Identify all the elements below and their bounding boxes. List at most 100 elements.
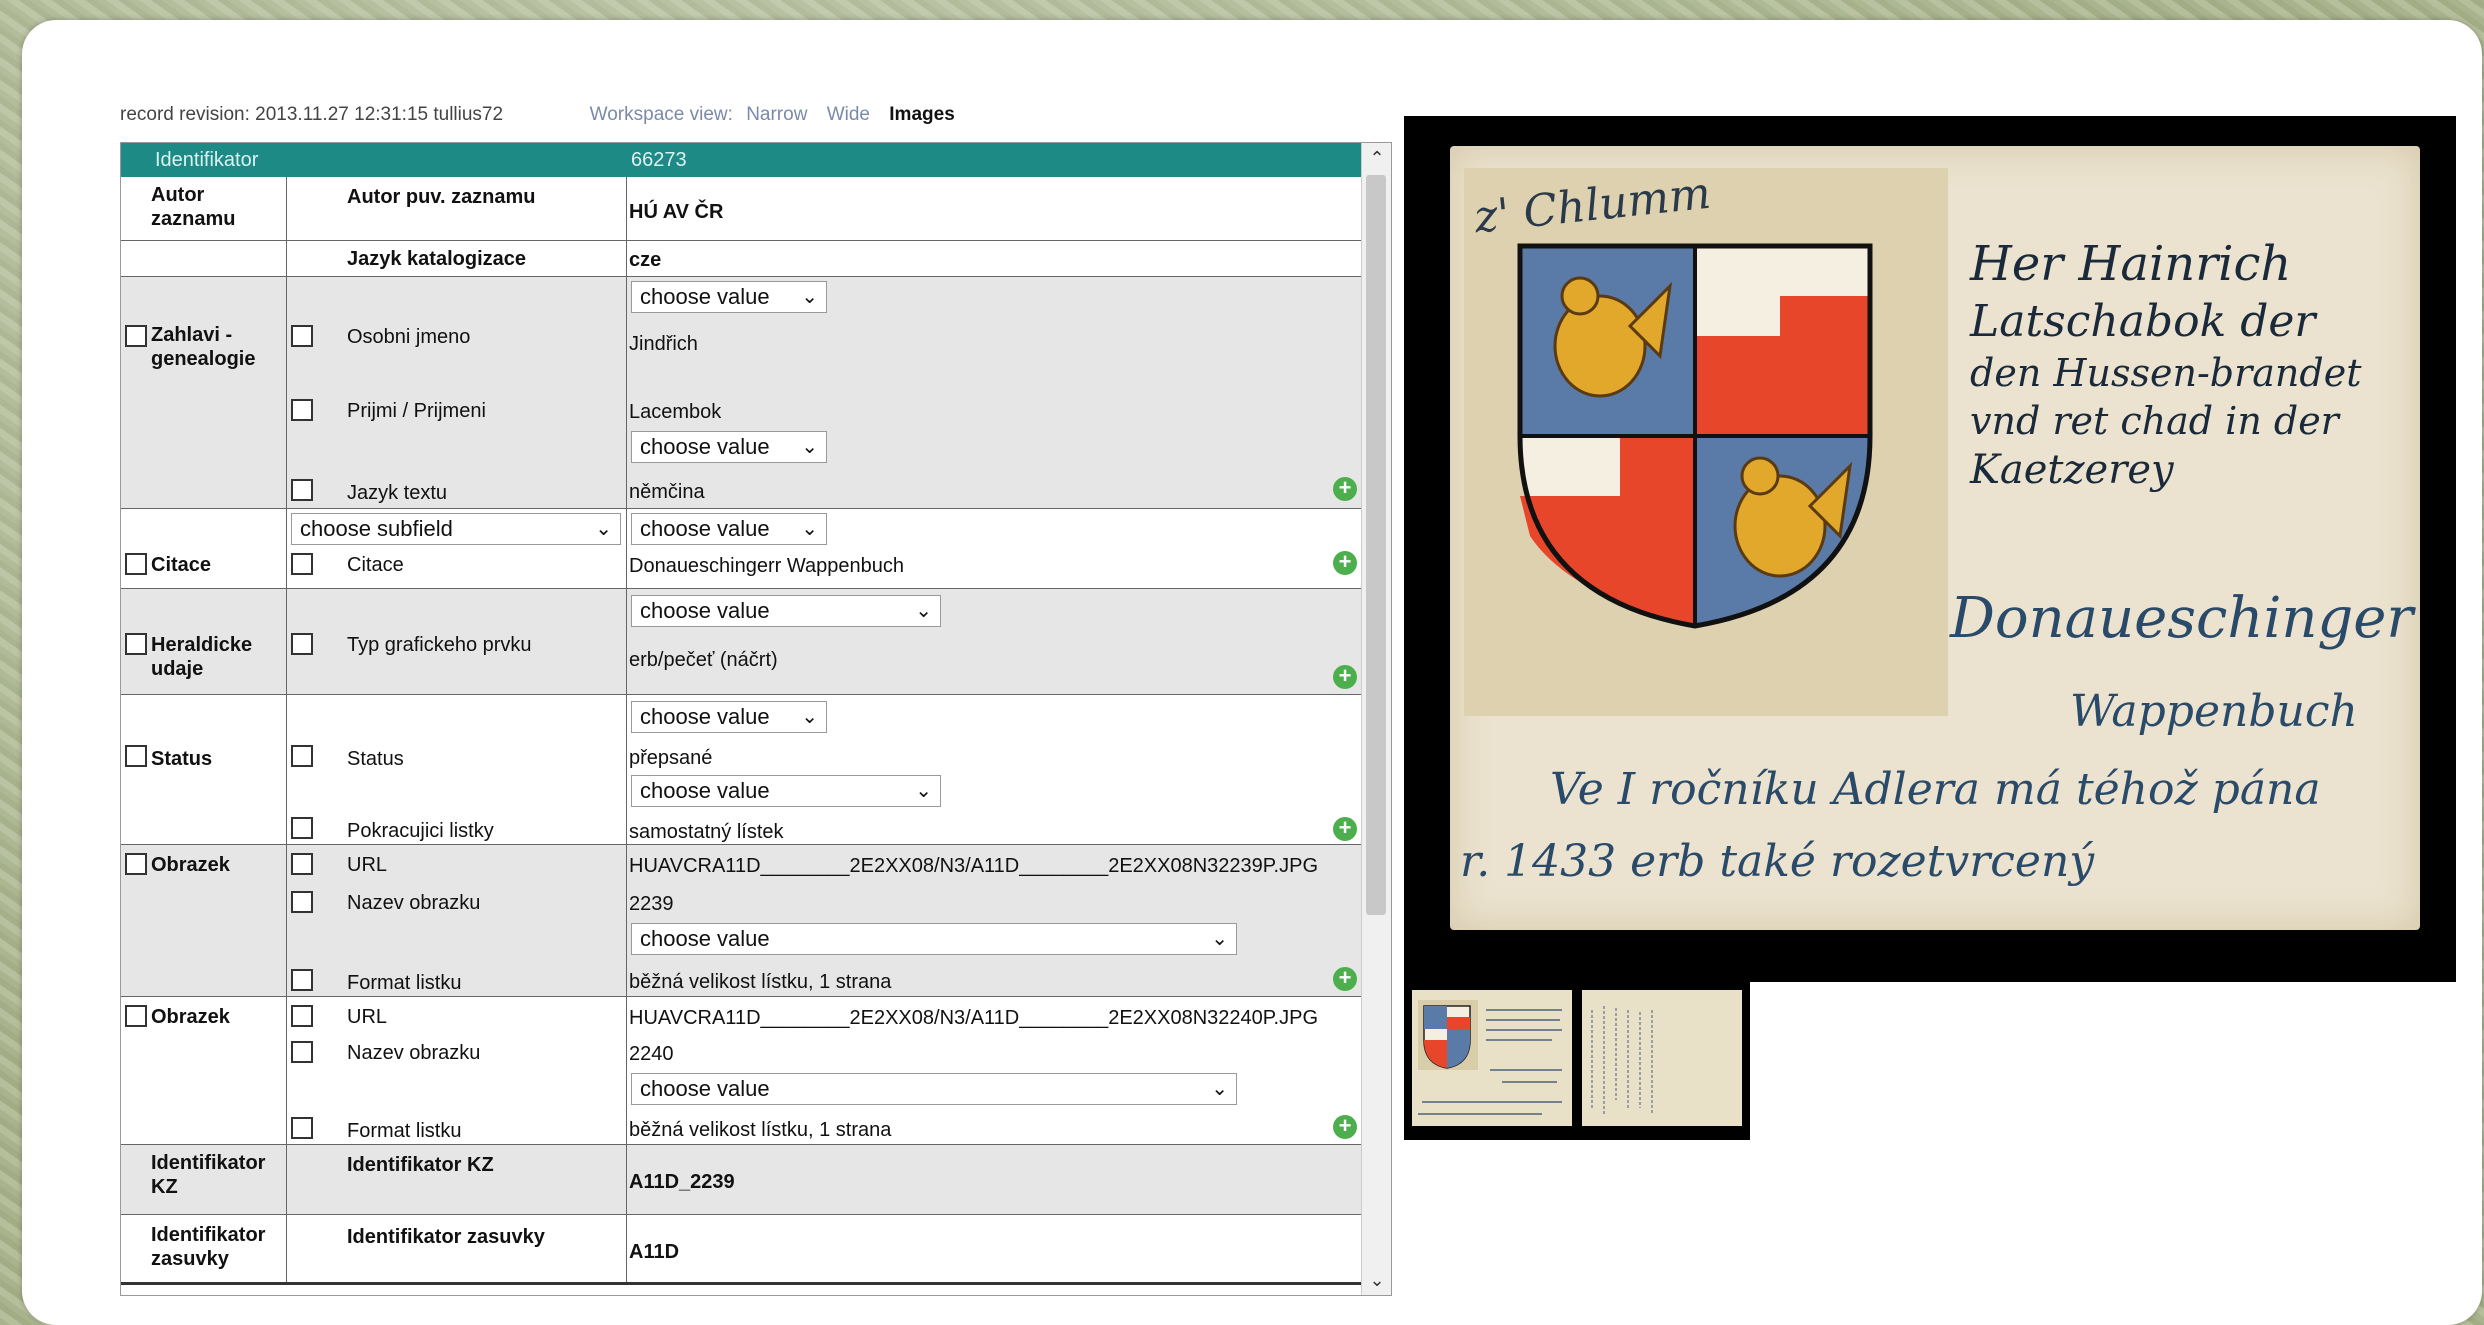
nazev-1-value[interactable]: 2239: [629, 893, 674, 916]
form-scrollbar[interactable]: ⌃ ⌄: [1361, 143, 1391, 1295]
typ-graf-select[interactable]: choose value ⌄: [631, 595, 941, 627]
citace-select[interactable]: choose value ⌄: [631, 513, 827, 545]
subfield-select[interactable]: choose subfield ⌄: [291, 513, 621, 545]
typ-graf-checkbox[interactable]: [291, 633, 313, 655]
thumbnail-1[interactable]: [1412, 990, 1572, 1126]
format-2-checkbox[interactable]: [291, 1117, 313, 1139]
add-icon[interactable]: +: [1333, 1115, 1357, 1139]
jazyk-textu-value[interactable]: němčina: [629, 481, 705, 504]
card-bottom-2: r. 1433 erb také rozetvrcený: [1460, 836, 2095, 887]
format-1-value[interactable]: běžná velikost lístku, 1 strana: [629, 971, 891, 994]
url-1-value[interactable]: HUAVCRA11D________2E2XX08/N3/A11D_______…: [629, 855, 1318, 878]
select-text: choose subfield: [300, 516, 453, 541]
select-text: choose value: [640, 284, 770, 309]
chevron-down-icon: ⌄: [801, 518, 818, 540]
prijmi-value[interactable]: Lacembok: [629, 401, 721, 424]
add-icon[interactable]: +: [1333, 665, 1357, 689]
main-panel: record revision: 2013.11.27 12:31:15 tul…: [22, 20, 2482, 1325]
row-obrazek-2: Obrazek URL Nazev obrazku Format listku …: [121, 997, 1363, 1145]
status-value[interactable]: přepsané: [629, 747, 712, 770]
identifikator-kz-value[interactable]: A11D_2239: [629, 1171, 735, 1194]
format-1-select[interactable]: choose value ⌄: [631, 923, 1237, 955]
identifikator-zasuvky-sub-label: Identifikator zasuvky: [347, 1226, 545, 1248]
heraldicke-label: Heraldicke udaje: [151, 634, 253, 680]
typ-graf-value[interactable]: erb/pečeť (náčrt): [629, 649, 778, 672]
format-1-checkbox[interactable]: [291, 969, 313, 991]
pokracujici-checkbox[interactable]: [291, 817, 313, 839]
prijmi-checkbox[interactable]: [291, 399, 313, 421]
autor-puv-label: Autor puv. zaznamu: [347, 186, 536, 208]
add-icon[interactable]: +: [1333, 477, 1357, 501]
row-status: Status Status Pokracujici listky choose …: [121, 695, 1363, 845]
identifikator-zasuvky-value[interactable]: A11D: [629, 1241, 679, 1264]
url-2-checkbox[interactable]: [291, 1005, 313, 1027]
obrazek-2-checkbox[interactable]: [125, 1005, 147, 1027]
pokracujici-value[interactable]: samostatný lístek: [629, 821, 784, 844]
status-checkbox[interactable]: [125, 745, 147, 767]
chevron-down-icon: ⌄: [595, 518, 612, 540]
url-1-checkbox[interactable]: [291, 853, 313, 875]
osobni-jmeno-checkbox[interactable]: [291, 325, 313, 347]
wide-link[interactable]: Wide: [827, 104, 870, 125]
status-sub-checkbox[interactable]: [291, 745, 313, 767]
citace-checkbox[interactable]: [125, 553, 147, 575]
zahlavi-checkbox[interactable]: [125, 325, 147, 347]
url-1-label: URL: [347, 854, 388, 876]
pokracujici-select[interactable]: choose value ⌄: [631, 775, 941, 807]
scroll-up-icon[interactable]: ⌃: [1362, 143, 1391, 173]
format-1-label: Format listku: [347, 972, 462, 994]
nazev-2-label: Nazev obrazku: [347, 1042, 481, 1064]
add-icon[interactable]: +: [1333, 551, 1357, 575]
card-line-3: den Hussen-brandet: [1970, 351, 2362, 395]
select-text: choose value: [640, 1076, 770, 1101]
status-select[interactable]: choose value ⌄: [631, 701, 827, 733]
narrow-link[interactable]: Narrow: [746, 104, 807, 125]
thumbnail-2-icon: [1591, 1006, 1653, 1114]
chevron-down-icon: ⌄: [915, 600, 932, 622]
jazyk-textu-checkbox[interactable]: [291, 479, 313, 501]
card-source-2: Wappenbuch: [2070, 686, 2358, 737]
scroll-down-icon[interactable]: ⌄: [1362, 1265, 1391, 1295]
add-icon[interactable]: +: [1333, 817, 1357, 841]
image-viewer[interactable]: z' Chlumm Her Hainrich Latschabok der de…: [1404, 116, 2456, 982]
record-form: Identifikator 66273 Autor zaznamu Autor …: [120, 142, 1392, 1296]
card-line-4: vnd ret chad in der: [1970, 399, 2339, 443]
format-2-label: Format listku: [347, 1120, 462, 1142]
row-identifikator-zasuvky: Identifikator zasuvky Identifikator zasu…: [121, 1215, 1363, 1285]
autor-value[interactable]: HÚ AV ČR: [629, 201, 723, 224]
chevron-down-icon: ⌄: [915, 780, 932, 802]
select-text: choose value: [640, 926, 770, 951]
identifikator-kz-label: Identifikator KZ: [151, 1152, 266, 1198]
osobni-jmeno-value[interactable]: Jindřich: [629, 333, 698, 356]
chevron-down-icon: ⌄: [801, 436, 818, 458]
scroll-thumb[interactable]: [1366, 175, 1386, 915]
select-text: choose value: [640, 778, 770, 803]
status-sub-label: Status: [347, 748, 404, 770]
coat-of-arms-icon: [1517, 243, 1873, 629]
obrazek-1-checkbox[interactable]: [125, 853, 147, 875]
heraldicke-checkbox[interactable]: [125, 633, 147, 655]
citace-sub-checkbox[interactable]: [291, 553, 313, 575]
citace-value[interactable]: Donaueschingerr Wappenbuch: [629, 555, 904, 578]
jazyk-textu-select[interactable]: choose value ⌄: [631, 431, 827, 463]
card-bottom-1: Ve I ročníku Adlera má téhož pána: [1550, 764, 2321, 815]
add-icon[interactable]: +: [1333, 967, 1357, 991]
nazev-2-value[interactable]: 2240: [629, 1043, 674, 1066]
thumbnail-2[interactable]: [1582, 990, 1742, 1126]
osobni-jmeno-select[interactable]: choose value ⌄: [631, 281, 827, 313]
catalog-card-image: z' Chlumm Her Hainrich Latschabok der de…: [1450, 146, 2420, 930]
format-2-select[interactable]: choose value ⌄: [631, 1073, 1237, 1105]
jazyk-katalogizace-value[interactable]: cze: [629, 249, 661, 272]
card-text-block: Her Hainrich Latschabok der den Hussen-b…: [1970, 236, 2362, 493]
format-2-value[interactable]: běžná velikost lístku, 1 strana: [629, 1119, 891, 1142]
nazev-2-checkbox[interactable]: [291, 1041, 313, 1063]
images-link[interactable]: Images: [889, 104, 954, 125]
card-line-5: Kaetzerey: [1970, 447, 2174, 493]
identifikator-kz-sub-label: Identifikator KZ: [347, 1154, 494, 1176]
url-2-label: URL: [347, 1006, 388, 1028]
row-heraldicke: Heraldicke udaje Typ grafickeho prvku ch…: [121, 589, 1363, 695]
url-2-value[interactable]: HUAVCRA11D________2E2XX08/N3/A11D_______…: [629, 1007, 1318, 1030]
obrazek-2-label: Obrazek: [151, 1006, 230, 1028]
chevron-down-icon: ⌄: [801, 286, 818, 308]
nazev-1-checkbox[interactable]: [291, 891, 313, 913]
